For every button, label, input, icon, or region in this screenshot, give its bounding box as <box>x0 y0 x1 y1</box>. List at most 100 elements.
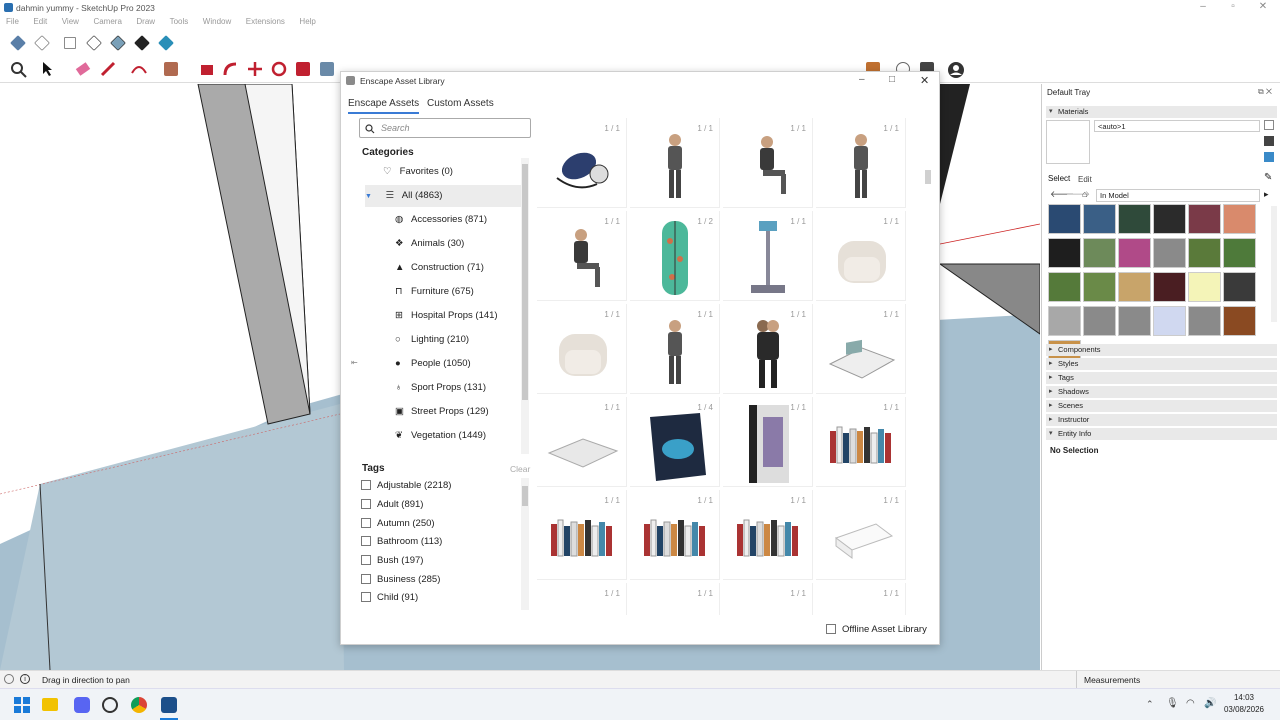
material-swatch[interactable] <box>1153 272 1186 302</box>
asset-grid-scrollbar-thumb[interactable] <box>925 170 931 184</box>
asset-tile[interactable]: 1 / 1 <box>630 583 720 615</box>
scale-icon[interactable] <box>296 62 310 76</box>
categories-scrollbar[interactable] <box>521 158 529 454</box>
asset-tile[interactable]: 1 / 1 <box>723 490 813 580</box>
tab-enscape-assets[interactable]: Enscape Assets <box>348 98 420 114</box>
category-animals[interactable]: ❖ Animals (30) <box>395 233 535 255</box>
maximize-button[interactable]: ▫ <box>1218 1 1248 13</box>
asset-tile[interactable]: 1 / 1 <box>723 304 813 394</box>
eraser-icon[interactable] <box>74 61 92 77</box>
category-sport-props[interactable]: ♁ Sport Props (131) <box>395 377 535 399</box>
category-hospital-props[interactable]: ⊞ Hospital Props (141) <box>395 305 535 327</box>
clock-date[interactable]: 03/08/2026 <box>1222 705 1266 714</box>
material-swatch[interactable] <box>1153 238 1186 268</box>
category-furniture[interactable]: ⊓ Furniture (675) <box>395 281 535 303</box>
tag-checkbox[interactable] <box>361 518 371 529</box>
shaded-icon[interactable] <box>110 35 126 51</box>
sketchup-taskbar-icon[interactable] <box>161 697 177 713</box>
material-swatch[interactable] <box>1118 306 1151 336</box>
wifi-icon[interactable]: ◠ <box>1186 698 1195 709</box>
details-arrow-icon[interactable]: ▸ <box>1264 189 1269 200</box>
menu-draw[interactable]: Draw <box>136 15 155 29</box>
menu-tools[interactable]: Tools <box>170 15 189 29</box>
tag-adjustable[interactable]: Adjustable (2218) <box>361 477 451 495</box>
tag-checkbox[interactable] <box>361 499 371 510</box>
clock-time[interactable]: 14:03 <box>1224 693 1264 702</box>
offset-icon[interactable] <box>320 62 334 76</box>
section-styles[interactable]: Styles <box>1046 358 1277 370</box>
material-swatch[interactable] <box>1223 306 1256 336</box>
dialog-close-button[interactable]: ✕ <box>920 74 929 87</box>
eyedropper-icon[interactable]: ✎ <box>1264 172 1272 183</box>
menu-camera[interactable]: Camera <box>93 15 121 29</box>
tag-checkbox[interactable] <box>361 574 371 585</box>
asset-tile[interactable]: 1 / 1 <box>816 583 906 615</box>
sample-paint-icon[interactable] <box>1264 152 1274 162</box>
tags-clear-button[interactable]: Clear <box>510 464 530 474</box>
tag-child[interactable]: Child (91) <box>361 589 418 607</box>
material-swatch[interactable] <box>1188 238 1221 268</box>
section-tags[interactable]: Tags <box>1046 372 1277 384</box>
github-icon[interactable] <box>102 697 118 713</box>
asset-tile[interactable]: 1 / 1 <box>537 304 627 394</box>
edit-tab[interactable]: Edit <box>1078 175 1092 184</box>
tag-business[interactable]: Business (285) <box>361 571 440 589</box>
monochrome-icon[interactable] <box>158 35 174 51</box>
material-swatch[interactable] <box>1153 204 1186 234</box>
create-material-icon[interactable] <box>1264 120 1274 130</box>
asset-tile[interactable]: 1 / 1 <box>816 211 906 301</box>
material-swatch[interactable] <box>1223 204 1256 234</box>
right-view-icon[interactable] <box>86 35 102 51</box>
asset-tile[interactable]: 1 / 1 <box>537 211 627 301</box>
microphone-icon[interactable]: 🎙 <box>1166 698 1179 709</box>
category-accessories[interactable]: ◍ Accessories (871) <box>395 209 535 231</box>
collapse-panel-icon[interactable]: ⇤ <box>351 358 358 367</box>
category-vegetation[interactable]: ❦ Vegetation (1449) <box>395 425 535 447</box>
material-swatch[interactable] <box>1118 238 1151 268</box>
asset-tile[interactable]: 1 / 1 <box>537 490 627 580</box>
asset-grid-scrollbar[interactable] <box>923 120 933 610</box>
asset-tile[interactable]: 1 / 1 <box>630 490 720 580</box>
material-swatch[interactable] <box>1048 272 1081 302</box>
select-arrow-icon[interactable] <box>40 61 54 77</box>
collapse-icon[interactable]: ▼ <box>365 186 383 208</box>
material-swatch[interactable] <box>1048 306 1081 336</box>
asset-tile[interactable]: 1 / 1 <box>537 583 627 615</box>
material-swatch[interactable] <box>1188 306 1221 336</box>
asset-tile[interactable]: 1 / 1 <box>723 211 813 301</box>
tag-checkbox[interactable] <box>361 536 371 547</box>
asset-tile[interactable]: 1 / 1 <box>723 118 813 208</box>
dialog-maximize-button[interactable]: □ <box>889 74 895 85</box>
asset-tile[interactable]: 1 / 1 <box>630 304 720 394</box>
home-icon[interactable]: ⌂ <box>1082 189 1087 199</box>
category-construction[interactable]: ▲ Construction (71) <box>395 257 535 279</box>
section-scenes[interactable]: Scenes <box>1046 400 1277 412</box>
arc-icon[interactable] <box>130 61 148 77</box>
section-materials[interactable]: Materials <box>1046 106 1277 118</box>
material-swatch[interactable] <box>1188 204 1221 234</box>
offline-asset-library-toggle[interactable]: Offline Asset Library <box>826 624 927 635</box>
category-street-props[interactable]: ▣ Street Props (129) <box>395 401 535 423</box>
rotate-icon[interactable] <box>270 61 288 77</box>
follow-me-icon[interactable] <box>222 61 240 77</box>
category-people[interactable]: ● People (1050) <box>395 353 535 375</box>
tag-checkbox[interactable] <box>361 480 371 491</box>
section-entity-info[interactable]: Entity Info <box>1046 428 1277 440</box>
default-material-icon[interactable] <box>1264 136 1274 146</box>
tab-custom-assets[interactable]: Custom Assets <box>427 98 494 109</box>
iso-view-icon[interactable] <box>10 35 26 51</box>
section-components[interactable]: Components <box>1046 344 1277 356</box>
menu-file[interactable]: File <box>6 15 19 29</box>
asset-tile[interactable]: 1 / 1 <box>537 397 627 487</box>
menu-help[interactable]: Help <box>299 15 315 29</box>
rectangle-icon[interactable] <box>164 62 178 76</box>
discord-icon[interactable] <box>74 697 90 713</box>
move-icon[interactable] <box>246 61 264 77</box>
dialog-minimize-button[interactable]: – <box>859 74 865 85</box>
info-icon[interactable]: i <box>20 674 30 684</box>
material-swatch[interactable] <box>1083 306 1116 336</box>
category-favorites[interactable]: ♡ Favorites (0) <box>383 161 535 183</box>
material-swatch[interactable] <box>1188 272 1221 302</box>
close-button[interactable]: ✕ <box>1248 1 1278 13</box>
search-input[interactable]: Search <box>359 118 531 138</box>
